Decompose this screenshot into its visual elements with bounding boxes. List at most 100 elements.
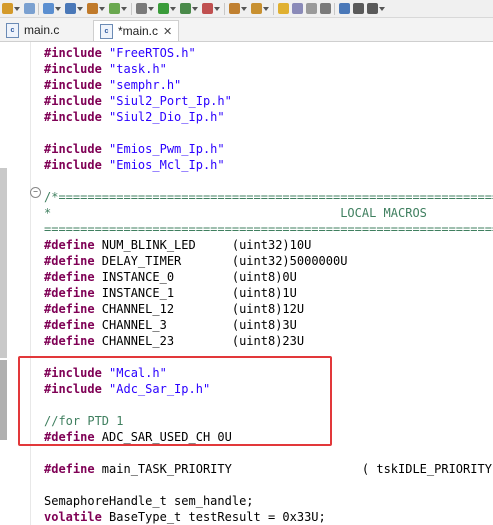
change-marker (0, 360, 7, 440)
include-path: "Siul2_Port_Ip.h" (101, 94, 232, 108)
define-body: CHANNEL_12 (uint8)12U (94, 302, 305, 316)
chevron-down-icon[interactable] (170, 7, 176, 11)
keyword: #define (44, 286, 95, 300)
keyword: #include (44, 78, 102, 92)
change-marker (0, 168, 7, 358)
keyword: volatile (44, 510, 102, 524)
code-text: SemaphoreHandle_t sem_handle; (44, 494, 254, 508)
toolbar-separator (38, 3, 39, 15)
define-body: CHANNEL_23 (uint8)23U (94, 334, 305, 348)
toggle-mark-icon[interactable] (292, 3, 303, 14)
code-line: #define DELAY_TIMER (uint32)5000000U (44, 253, 347, 269)
keyword: #define (44, 270, 95, 284)
keyword: #define (44, 254, 95, 268)
define-body: DELAY_TIMER (uint32)5000000U (94, 254, 348, 268)
code-line: #define INSTANCE_1 (uint8)1U (44, 285, 297, 301)
define-body: CHANNEL_3 (uint8)3U (94, 318, 297, 332)
code-line: #include "FreeRTOS.h" (44, 45, 196, 61)
comment: /*======================================… (44, 190, 493, 204)
chevron-down-icon[interactable] (55, 7, 61, 11)
code-line: #include "Siul2_Dio_Ip.h" (44, 109, 225, 125)
close-icon[interactable]: ✕ (163, 26, 172, 38)
include-path: "Emios_Pwm_Ip.h" (101, 142, 225, 156)
toolbar-separator (334, 3, 335, 15)
define-body: NUM_BLINK_LED (uint32)10U (94, 238, 312, 252)
c-file-icon: c (100, 24, 113, 40)
keyword: #include (44, 46, 102, 60)
include-path: "task.h" (101, 62, 167, 76)
code-line: #include "task.h" (44, 61, 167, 77)
comment: * LOCAL MACROS (44, 206, 427, 220)
define-body: BaseType_t testResult = 0x33U; (101, 510, 326, 524)
external-tools-icon[interactable] (202, 3, 213, 14)
define-body: main_TASK_PRIORITY ( tskIDLE_PRIORITY + … (94, 462, 493, 476)
tab-main-c-modified[interactable]: c *main.c ✕ (93, 20, 180, 41)
run-icon[interactable] (158, 3, 169, 14)
code-line: #include "Siul2_Port_Ip.h" (44, 93, 232, 109)
editor-gutter (0, 42, 31, 525)
chevron-down-icon[interactable] (379, 7, 385, 11)
keyword: #define (44, 334, 95, 348)
include-path: "FreeRTOS.h" (101, 46, 196, 60)
keyword: #include (44, 62, 102, 76)
redo-icon[interactable] (24, 3, 35, 14)
highlight-annotation (18, 356, 332, 446)
keyword: #include (44, 110, 102, 124)
keyword: #define (44, 462, 95, 476)
keyword: #include (44, 94, 102, 108)
code-line: #define CHANNEL_12 (uint8)12U (44, 301, 304, 317)
chevron-down-icon[interactable] (99, 7, 105, 11)
keyword: #define (44, 302, 95, 316)
debug-icon[interactable] (109, 3, 120, 14)
code-line: ========================================… (44, 221, 493, 237)
code-line: #define main_TASK_PRIORITY ( tskIDLE_PRI… (44, 461, 493, 477)
window-icon[interactable] (367, 3, 378, 14)
profile-icon[interactable] (180, 3, 191, 14)
c-file-icon: c (6, 23, 19, 39)
block-selection-icon[interactable] (306, 3, 317, 14)
toolbar-separator (224, 3, 225, 15)
save-icon[interactable] (65, 3, 76, 14)
undo-icon[interactable] (2, 3, 13, 14)
terminal-icon[interactable] (339, 3, 350, 14)
include-path: "Siul2_Dio_Ip.h" (101, 110, 225, 124)
code-line: * LOCAL MACROS (44, 205, 427, 221)
tab-label: *main.c (118, 24, 159, 38)
tab-main-c[interactable]: c main.c (6, 20, 59, 40)
chevron-down-icon[interactable] (214, 7, 220, 11)
show-whitespace-icon[interactable] (320, 3, 331, 14)
toolbar-separator (273, 3, 274, 15)
open-type-icon[interactable] (229, 3, 240, 14)
fold-toggle-icon[interactable]: − (30, 187, 41, 198)
keyword: #include (44, 142, 102, 156)
chevron-down-icon[interactable] (241, 7, 247, 11)
tab-label: main.c (24, 23, 60, 37)
code-editor[interactable]: #include "FreeRTOS.h" #include "task.h" #i… (44, 42, 493, 525)
new-file-icon[interactable] (43, 3, 54, 14)
comment: ========================================… (44, 222, 493, 236)
toolbar-separator (131, 3, 132, 15)
code-line: #include "Emios_Pwm_Ip.h" (44, 141, 225, 157)
search-icon[interactable] (251, 3, 262, 14)
include-path: "Emios_Mcl_Ip.h" (101, 158, 225, 172)
chevron-down-icon[interactable] (14, 7, 20, 11)
chevron-down-icon[interactable] (148, 7, 154, 11)
code-line: /*======================================… (44, 189, 493, 205)
toolbar (0, 0, 493, 18)
editor-tab-bar: c main.c c *main.c ✕ (0, 18, 493, 42)
code-line: #include "Emios_Mcl_Ip.h" (44, 157, 225, 173)
chevron-down-icon[interactable] (121, 7, 127, 11)
settings-icon[interactable] (136, 3, 147, 14)
chevron-down-icon[interactable] (192, 7, 198, 11)
keyword: #define (44, 318, 95, 332)
define-body: INSTANCE_0 (uint8)0U (94, 270, 297, 284)
chevron-down-icon[interactable] (77, 7, 83, 11)
keyword: #include (44, 158, 102, 172)
console-icon[interactable] (353, 3, 364, 14)
mark-occurrences-icon[interactable] (278, 3, 289, 14)
code-line: #define CHANNEL_3 (uint8)3U (44, 317, 297, 333)
chevron-down-icon[interactable] (263, 7, 269, 11)
code-line: #define INSTANCE_0 (uint8)0U (44, 269, 297, 285)
build-icon[interactable] (87, 3, 98, 14)
code-line: #define CHANNEL_23 (uint8)23U (44, 333, 304, 349)
